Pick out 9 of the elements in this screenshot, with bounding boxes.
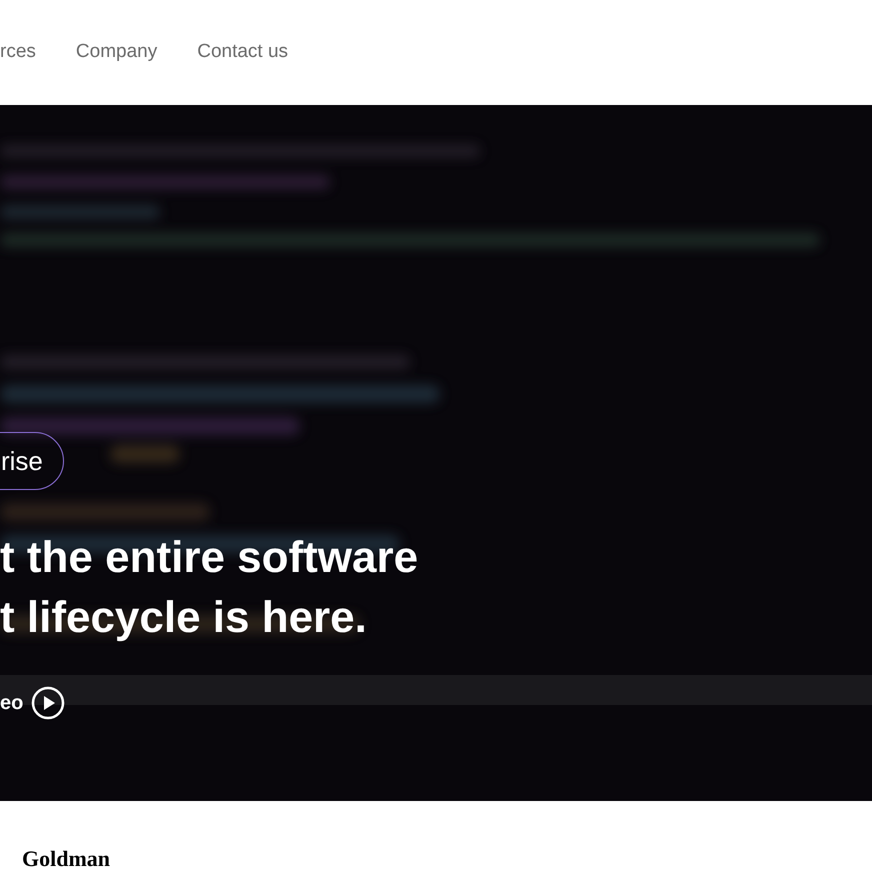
play-icon [31, 686, 66, 720]
headline: t lifecycle is here. [0, 592, 368, 644]
company-logo: Goldman [22, 846, 110, 870]
nav-link[interactable]: Company [76, 38, 158, 67]
watch-video-button[interactable]: eo [0, 686, 66, 720]
nav-link[interactable]: Contact us [197, 38, 288, 67]
headline: t the entire software [0, 532, 418, 584]
badge: rise [0, 432, 64, 490]
nav-link[interactable]: rces [0, 38, 36, 67]
